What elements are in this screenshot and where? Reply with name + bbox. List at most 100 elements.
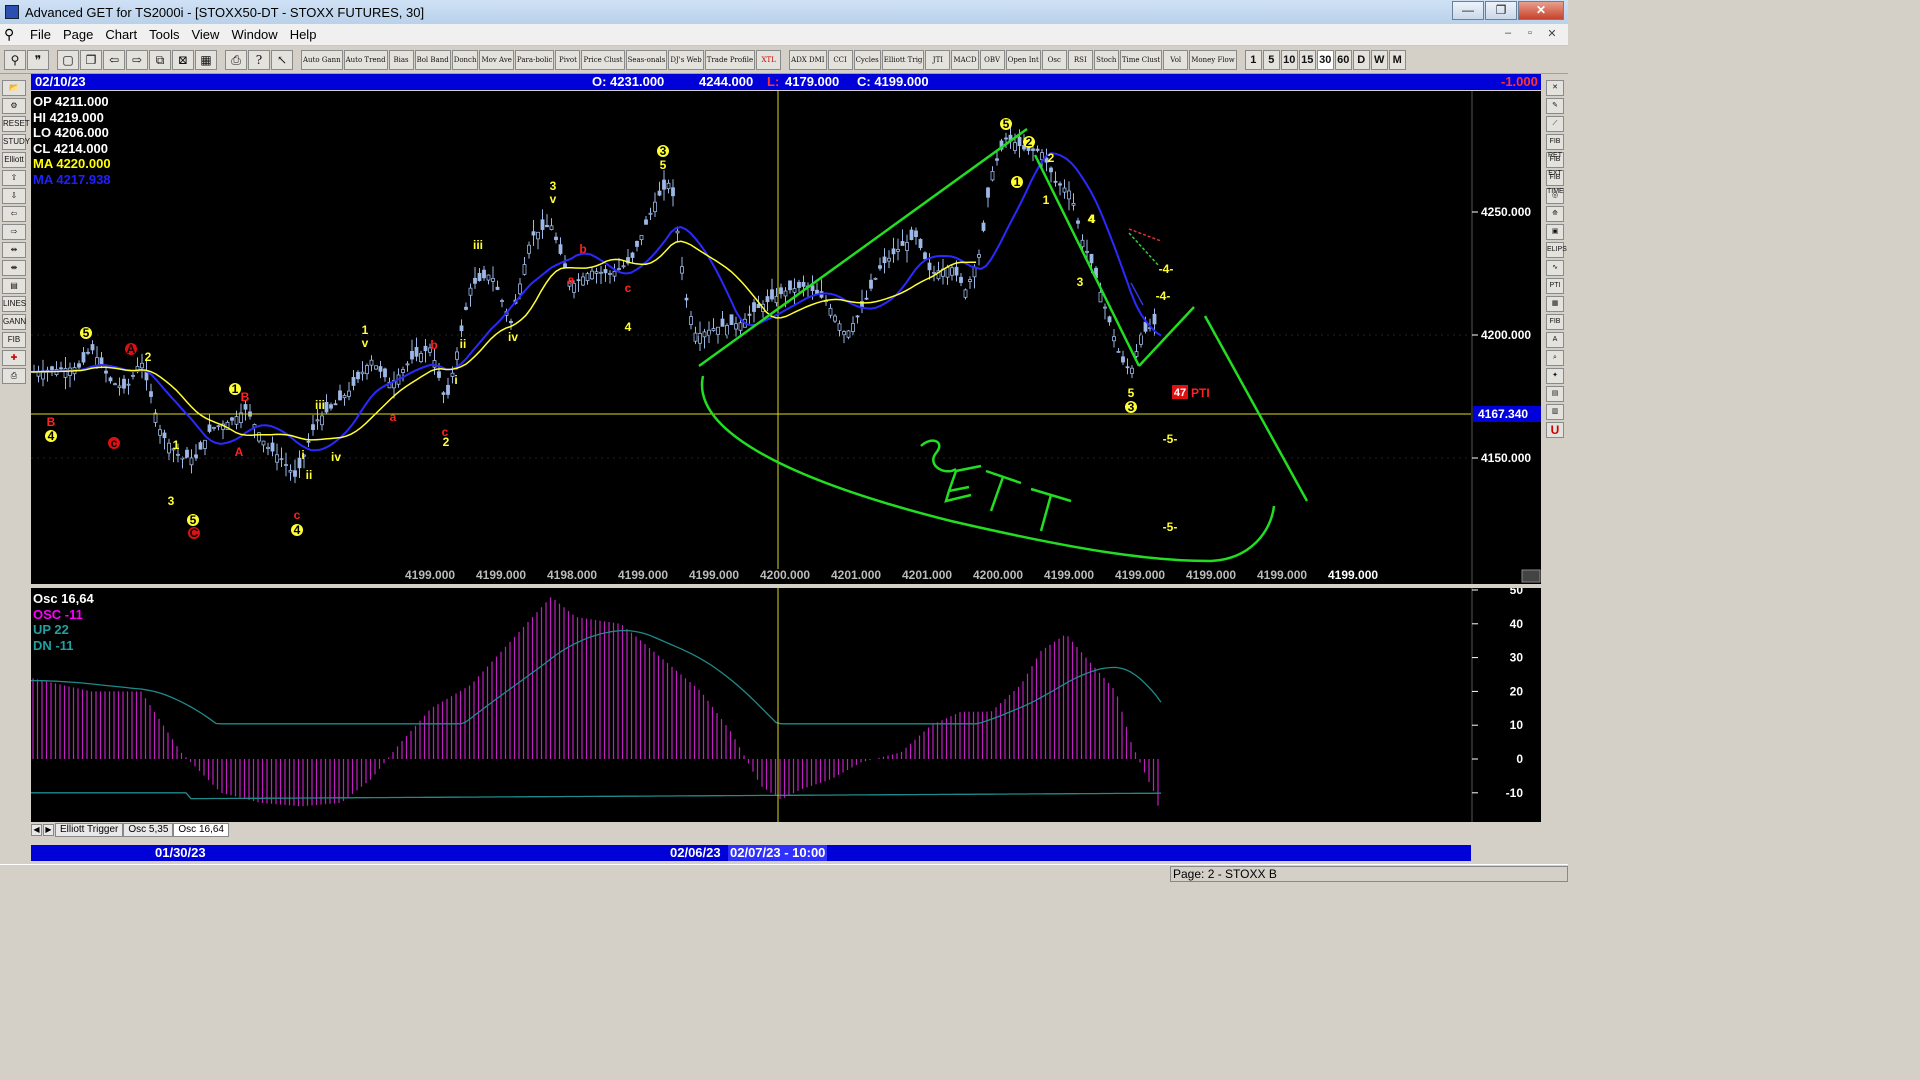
paint-icon[interactable]: ✦ bbox=[1546, 368, 1564, 384]
lines-button[interactable]: LINES bbox=[2, 296, 26, 312]
interval-1-button[interactable]: 1 bbox=[1244, 50, 1262, 70]
interval-30-button[interactable]: 30 bbox=[1316, 50, 1334, 70]
menu-window[interactable]: Window bbox=[225, 27, 283, 42]
calculator-icon[interactable]: ▥ bbox=[1546, 404, 1564, 420]
interval-60-button[interactable]: 60 bbox=[1334, 50, 1352, 70]
study-jti-button[interactable]: JTI bbox=[925, 50, 951, 70]
study-price-clust-button[interactable]: Price Clust bbox=[581, 50, 625, 70]
oscillator-svg[interactable]: 50 40 30 20 10 0 -10 bbox=[31, 588, 1541, 822]
back-icon[interactable]: ⇦ bbox=[103, 50, 125, 70]
fib-button[interactable]: FIB bbox=[2, 332, 26, 348]
interval-weekly-button[interactable]: W bbox=[1370, 50, 1388, 70]
right-arrow-icon[interactable]: ⇨ bbox=[2, 224, 26, 240]
maximize-button[interactable]: ❐ bbox=[1485, 1, 1517, 20]
open-folder-icon[interactable]: 📂 bbox=[2, 80, 26, 96]
study-osc-button[interactable]: Osc bbox=[1041, 50, 1067, 70]
pane-resize-icon[interactable] bbox=[1521, 569, 1541, 583]
study-bol-band-button[interactable]: Bol Band bbox=[414, 50, 451, 70]
tab-osc-16-64[interactable]: Osc 16,64 bbox=[173, 823, 229, 837]
study-seasonals-button[interactable]: Seas-onals bbox=[625, 50, 668, 70]
study-donch-button[interactable]: Donch bbox=[451, 50, 479, 70]
u-tool-button[interactable]: U bbox=[1546, 422, 1564, 438]
context-help-icon[interactable]: ↖ bbox=[271, 50, 293, 70]
menu-page[interactable]: Page bbox=[57, 27, 99, 42]
forward-icon[interactable]: ⇨ bbox=[126, 50, 148, 70]
menu-chart[interactable]: Chart bbox=[99, 27, 143, 42]
study-pivot-button[interactable]: Pivot bbox=[555, 50, 581, 70]
study-time-clust-button[interactable]: Time Clust bbox=[1119, 50, 1163, 70]
up-arrow-icon[interactable]: ⇧ bbox=[2, 170, 26, 186]
close-button[interactable]: ✕ bbox=[1518, 1, 1564, 20]
study-parabolic-button[interactable]: Para-bolic bbox=[514, 50, 555, 70]
oscillator-pane[interactable]: 50 40 30 20 10 0 -10 Osc 16,64 OSC -11 UP 22 DN -… bbox=[31, 588, 1541, 822]
study-macd-button[interactable]: MACD bbox=[951, 50, 979, 70]
tab-elliott-trigger[interactable]: Elliott Trigger bbox=[55, 823, 124, 837]
mdi-minimize-icon[interactable]: – bbox=[1498, 27, 1518, 43]
study-rsi-button[interactable]: RSI bbox=[1067, 50, 1093, 70]
interval-15-button[interactable]: 15 bbox=[1298, 50, 1316, 70]
study-elliott-trig-button[interactable]: Elliott Trig bbox=[881, 50, 925, 70]
ellipse-button[interactable]: ELIPS bbox=[1546, 242, 1567, 258]
new-page-icon[interactable]: ▢ bbox=[57, 50, 79, 70]
pti-button[interactable]: PTI bbox=[1546, 278, 1564, 294]
tab-next-icon[interactable]: ▶ bbox=[43, 824, 54, 836]
left-arrow-icon[interactable]: ⇦ bbox=[2, 206, 26, 222]
study-trade-profile-button[interactable]: Trade Profile bbox=[704, 50, 756, 70]
ruler-icon[interactable]: ⟋ bbox=[1546, 116, 1564, 132]
wave-icon[interactable]: ∿ bbox=[1546, 260, 1564, 276]
interval-10-button[interactable]: 10 bbox=[1280, 50, 1298, 70]
menu-tools[interactable]: Tools bbox=[143, 27, 185, 42]
print-icon[interactable]: ⎙ bbox=[2, 368, 26, 384]
study-bias-button[interactable]: Bias bbox=[388, 50, 414, 70]
tab-prev-icon[interactable]: ◀ bbox=[31, 824, 42, 836]
delete-drawing-icon[interactable]: ✕ bbox=[1546, 80, 1564, 96]
study-obv-button[interactable]: OBV bbox=[979, 50, 1005, 70]
price-chart-pane[interactable]: 5 4 1 4 3 5 1 2 i ii iii iv 1 v i 2 iii ii iv 3 v 4 3 5 4 5 1 2 2 1 4 3… bbox=[31, 91, 1541, 584]
study-auto-trend-button[interactable]: Auto Trend bbox=[343, 50, 388, 70]
grid2-icon[interactable]: ▤ bbox=[1546, 386, 1564, 402]
study-mov-ave-button[interactable]: Mov Ave bbox=[479, 50, 514, 70]
fib-ret-button[interactable]: FIB RET bbox=[1546, 134, 1564, 159]
price-chart-svg[interactable]: 54143512iiiiiiiv1vi2iiiii iv3v43545122143… bbox=[31, 91, 1541, 584]
pencil-icon[interactable]: ✎ bbox=[1546, 98, 1564, 114]
menu-help[interactable]: Help bbox=[284, 27, 323, 42]
interval-monthly-button[interactable]: M bbox=[1388, 50, 1406, 70]
magnifier-icon[interactable]: ⌕ bbox=[1546, 350, 1564, 366]
tile-icon[interactable]: ▦ bbox=[195, 50, 217, 70]
down-arrow-icon[interactable]: ⇩ bbox=[2, 188, 26, 204]
minimize-button[interactable]: — bbox=[1452, 1, 1484, 20]
interval-daily-button[interactable]: D bbox=[1352, 50, 1370, 70]
quote-icon[interactable]: ❞ bbox=[27, 50, 49, 70]
crosshair-icon[interactable]: ✚ bbox=[2, 350, 26, 366]
text-tool-button[interactable]: A bbox=[1546, 332, 1564, 348]
reset-button[interactable]: RESET bbox=[2, 116, 30, 132]
zoom-out-icon[interactable]: ⇼ bbox=[2, 260, 26, 276]
study-cci-button[interactable]: CCI bbox=[827, 50, 853, 70]
windows-icon[interactable]: ⧉ bbox=[149, 50, 171, 70]
fan-icon[interactable]: ⟰ bbox=[1546, 206, 1564, 222]
menu-file[interactable]: File bbox=[24, 27, 57, 42]
study-vol-button[interactable]: Vol bbox=[1163, 50, 1189, 70]
elliott-button[interactable]: Elliott bbox=[2, 152, 26, 168]
study-stoch-button[interactable]: Stoch bbox=[1093, 50, 1119, 70]
study-button[interactable]: STUDY bbox=[2, 134, 30, 150]
copy-icon[interactable]: ❐ bbox=[80, 50, 102, 70]
study-adx-dmi-button[interactable]: ADX DMI bbox=[789, 50, 827, 70]
mdi-document-icon[interactable]: ⚲ bbox=[4, 26, 20, 43]
interval-5-button[interactable]: 5 bbox=[1262, 50, 1280, 70]
zoom-in-icon[interactable]: ⇹ bbox=[2, 242, 26, 258]
menu-view[interactable]: View bbox=[185, 27, 225, 42]
gann-button[interactable]: GANN bbox=[2, 314, 26, 330]
fib-tool-button[interactable]: FIB bbox=[1546, 314, 1564, 330]
page-icon[interactable]: ▤ bbox=[2, 278, 26, 294]
tab-osc-5-35[interactable]: Osc 5,35 bbox=[123, 823, 174, 837]
study-cycles-button[interactable]: Cycles bbox=[853, 50, 881, 70]
square-icon[interactable]: ▣ bbox=[1546, 224, 1564, 240]
grid-icon[interactable]: ▦ bbox=[1546, 296, 1564, 312]
mdi-close-icon[interactable]: ✕ bbox=[1542, 27, 1562, 43]
mdi-restore-icon[interactable]: ▫ bbox=[1520, 27, 1540, 43]
study-open-int-button[interactable]: Open Int bbox=[1005, 50, 1041, 70]
study-auto-gann-button[interactable]: Auto Gann bbox=[301, 50, 343, 70]
study-xtl-button[interactable]: XTL bbox=[756, 50, 782, 70]
pin-icon[interactable]: ⚲ bbox=[4, 50, 26, 70]
